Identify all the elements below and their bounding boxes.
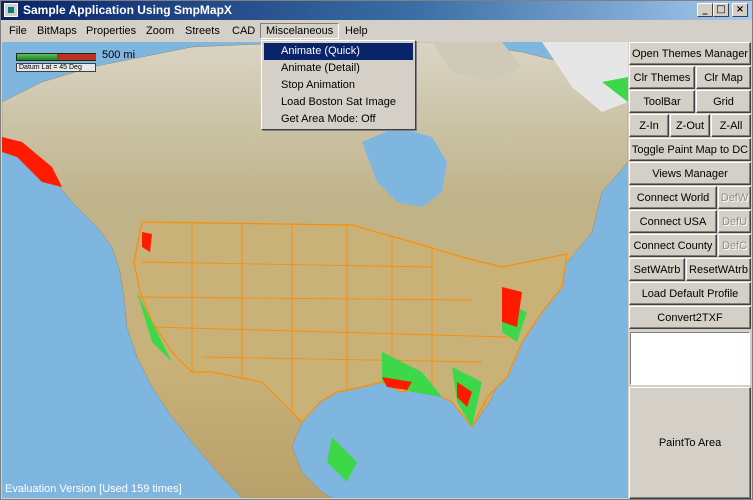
toggle-paint-map-button[interactable]: Toggle Paint Map to DC xyxy=(629,138,751,161)
evaluation-status: Evaluation Version [Used 159 times] xyxy=(5,483,182,495)
menu-item-animate-quick[interactable]: Animate (Quick) xyxy=(264,43,413,60)
title-bar[interactable]: Sample Application Using SmpMapX _ □ × xyxy=(1,1,752,20)
views-manager-button[interactable]: Views Manager xyxy=(629,162,751,185)
menu-properties[interactable]: Properties xyxy=(81,23,141,39)
grid-button[interactable]: Grid xyxy=(696,90,751,113)
open-themes-manager-button[interactable]: Open Themes Manager xyxy=(629,42,751,65)
zoom-in-button[interactable]: Z-In xyxy=(629,114,669,137)
control-panel: Open Themes Manager Clr Themes Clr Map T… xyxy=(628,42,752,499)
convert2txf-button[interactable]: Convert2TXF xyxy=(629,306,751,329)
load-default-profile-button[interactable]: Load Default Profile xyxy=(629,282,751,305)
menu-item-animate-detail[interactable]: Animate (Detail) xyxy=(264,60,413,77)
paint-to-area-button[interactable]: PaintTo Area xyxy=(629,387,751,499)
app-window: Sample Application Using SmpMapX _ □ × F… xyxy=(0,0,753,500)
zoom-out-button[interactable]: Z-Out xyxy=(670,114,710,137)
menu-help[interactable]: Help xyxy=(340,23,373,39)
def-county-button[interactable]: DefC xyxy=(718,234,751,257)
connect-world-button[interactable]: Connect World xyxy=(629,186,717,209)
close-button[interactable]: × xyxy=(732,3,748,17)
def-world-button[interactable]: DefW xyxy=(718,186,751,209)
app-icon[interactable] xyxy=(4,3,18,17)
minimize-button[interactable]: _ xyxy=(697,3,713,17)
menu-item-get-area-mode[interactable]: Get Area Mode: Off xyxy=(264,111,413,128)
menu-bar: File BitMaps Properties Zoom Streets CAD… xyxy=(1,20,752,41)
clr-map-button[interactable]: Clr Map xyxy=(696,66,751,89)
menu-miscelaneous[interactable]: Miscelaneous xyxy=(260,23,340,39)
paint-preview-box xyxy=(630,332,750,385)
zoom-all-button[interactable]: Z-All xyxy=(711,114,751,137)
toolbar-button[interactable]: ToolBar xyxy=(629,90,695,113)
window-title: Sample Application Using SmpMapX xyxy=(23,3,232,17)
menu-item-stop-animation[interactable]: Stop Animation xyxy=(264,77,413,94)
miscelaneous-dropdown: Animate (Quick) Animate (Detail) Stop An… xyxy=(261,40,416,130)
menu-streets[interactable]: Streets xyxy=(180,23,225,39)
def-usa-button[interactable]: DefU xyxy=(718,210,751,233)
menu-cad[interactable]: CAD xyxy=(227,23,260,39)
scale-bar-graphic xyxy=(16,53,96,61)
scale-bar-label: 500 mi xyxy=(102,49,136,61)
menu-zoom[interactable]: Zoom xyxy=(141,23,179,39)
menu-item-load-boston-sat-image[interactable]: Load Boston Sat Image xyxy=(264,94,413,111)
reset-watrb-button[interactable]: ResetWAtrb xyxy=(686,258,751,281)
connect-usa-button[interactable]: Connect USA xyxy=(629,210,717,233)
datum-label: Datum Lat = 45 Deg xyxy=(16,63,96,72)
clr-themes-button[interactable]: Clr Themes xyxy=(629,66,695,89)
maximize-button[interactable]: □ xyxy=(713,3,729,17)
set-watrb-button[interactable]: SetWAtrb xyxy=(629,258,685,281)
menu-bitmaps[interactable]: BitMaps xyxy=(32,23,82,39)
menu-file[interactable]: File xyxy=(4,23,32,39)
connect-county-button[interactable]: Connect County xyxy=(629,234,717,257)
